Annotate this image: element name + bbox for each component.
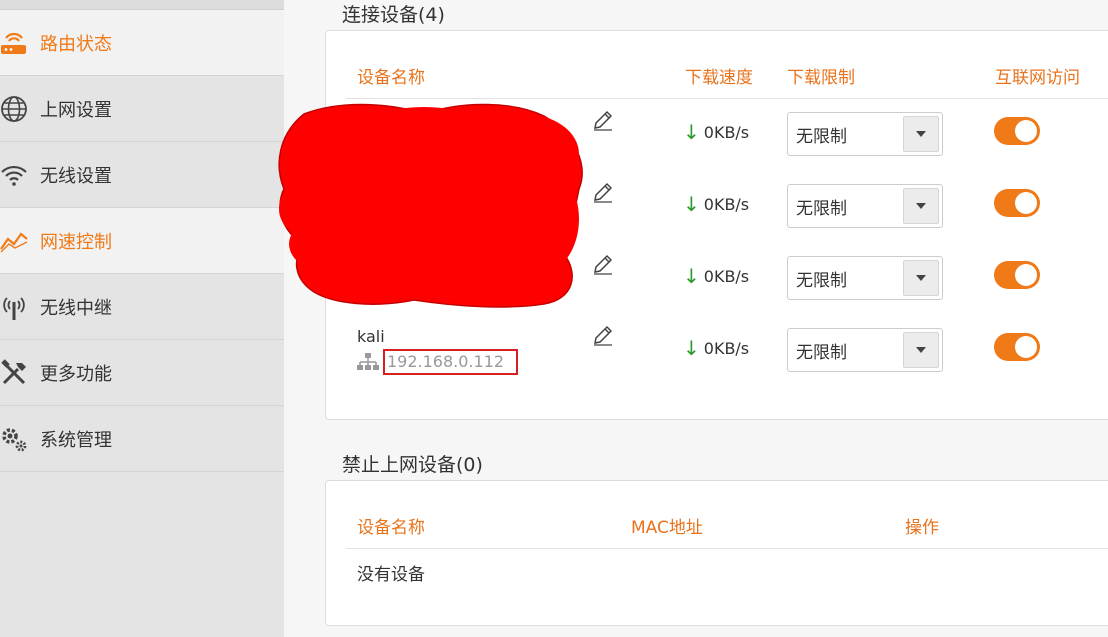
internet-access-toggle[interactable]	[994, 189, 1040, 217]
edit-name-icon[interactable]	[592, 324, 614, 346]
download-limit-select[interactable]: 无限制	[787, 256, 943, 300]
sidebar-item-label: 路由状态	[40, 33, 112, 55]
tools-icon	[0, 340, 40, 406]
sidebar-item-label: 无线设置	[40, 165, 112, 187]
edit-name-icon[interactable]	[592, 253, 614, 275]
device-name: kali	[357, 327, 385, 346]
download-speed-value: 0KB/s	[703, 194, 750, 214]
device-ip-address: 192.168.0.112	[383, 349, 519, 375]
sidebar-item-more-functions[interactable]: 更多功能	[0, 340, 284, 406]
edit-name-icon[interactable]	[592, 109, 614, 131]
download-speed: ↓ 0KB/s	[683, 266, 749, 286]
wifi-icon	[0, 142, 40, 208]
blocked-devices-title: 禁止上网设备(0)	[342, 454, 483, 476]
col-header-action: 操作	[905, 518, 939, 538]
repeater-antenna-icon	[0, 274, 40, 340]
router-status-icon	[0, 10, 40, 76]
header-separator	[346, 548, 1108, 549]
chevron-down-icon	[903, 116, 939, 152]
chevron-down-icon	[903, 188, 939, 224]
col-header-download-limit: 下载限制	[787, 68, 855, 88]
download-limit-select[interactable]: 无限制	[787, 184, 943, 228]
download-limit-select[interactable]: 无限制	[787, 112, 943, 156]
sidebar-item-system-management[interactable]: 系统管理	[0, 406, 284, 472]
toggle-knob	[1015, 264, 1037, 286]
globe-icon	[0, 76, 40, 142]
sidebar-item-speed-control[interactable]: 网速控制	[0, 208, 284, 274]
download-speed: ↓ 0KB/s	[683, 338, 749, 358]
download-limit-value: 无限制	[796, 198, 847, 219]
col-header-device-name: 设备名称	[357, 518, 425, 538]
col-header-device-name: 设备名称	[357, 68, 425, 88]
sidebar-item-label: 网速控制	[40, 231, 112, 253]
download-arrow-icon: ↓	[683, 264, 700, 288]
internet-access-toggle[interactable]	[994, 117, 1040, 145]
download-limit-value: 无限制	[796, 126, 847, 147]
chevron-down-icon	[903, 260, 939, 296]
lan-network-icon	[357, 353, 379, 370]
download-arrow-icon: ↓	[683, 192, 700, 216]
col-header-download-speed: 下载速度	[685, 68, 753, 88]
sidebar-item-label: 系统管理	[40, 429, 112, 451]
device-ip-row: 192.168.0.112	[357, 349, 519, 375]
col-header-internet-access: 互联网访问	[995, 68, 1080, 88]
download-speed: ↓ 0KB/s	[683, 194, 749, 214]
download-speed-value: 0KB/s	[703, 338, 750, 358]
chevron-down-icon	[903, 332, 939, 368]
download-arrow-icon: ↓	[683, 336, 700, 360]
sidebar-item-wireless-repeater[interactable]: 无线中继	[0, 274, 284, 340]
download-limit-select[interactable]: 无限制	[787, 328, 943, 372]
edit-name-icon[interactable]	[592, 181, 614, 203]
connected-devices-title: 连接设备(4)	[342, 4, 445, 26]
download-speed: ↓ 0KB/s	[683, 122, 749, 142]
sidebar-item-wireless-settings[interactable]: 无线设置	[0, 142, 284, 208]
toggle-knob	[1015, 192, 1037, 214]
toggle-knob	[1015, 120, 1037, 142]
sidebar-item-internet-settings[interactable]: 上网设置	[0, 76, 284, 142]
sidebar-top-strip	[0, 0, 284, 10]
sidebar-item-label: 无线中继	[40, 297, 112, 319]
sidebar-item-label: 上网设置	[40, 99, 112, 121]
empty-list-message: 没有设备	[357, 565, 425, 585]
download-limit-value: 无限制	[796, 342, 847, 363]
internet-access-toggle[interactable]	[994, 261, 1040, 289]
download-speed-value: 0KB/s	[703, 266, 750, 286]
gears-icon	[0, 406, 40, 472]
sidebar: 路由状态 上网设置 无线设置 网速控制 无线中继 更多功能 系统管理	[0, 0, 284, 637]
toggle-knob	[1015, 336, 1037, 358]
redaction-scribble	[278, 103, 583, 308]
blocked-devices-card: 设备名称 MAC地址 操作 没有设备	[325, 480, 1108, 626]
col-header-mac-address: MAC地址	[631, 518, 703, 538]
speed-graph-icon	[0, 208, 40, 274]
download-speed-value: 0KB/s	[703, 122, 750, 142]
internet-access-toggle[interactable]	[994, 333, 1040, 361]
download-arrow-icon: ↓	[683, 120, 700, 144]
sidebar-item-label: 更多功能	[40, 363, 112, 385]
sidebar-item-router-status[interactable]: 路由状态	[0, 10, 284, 76]
download-limit-value: 无限制	[796, 270, 847, 291]
